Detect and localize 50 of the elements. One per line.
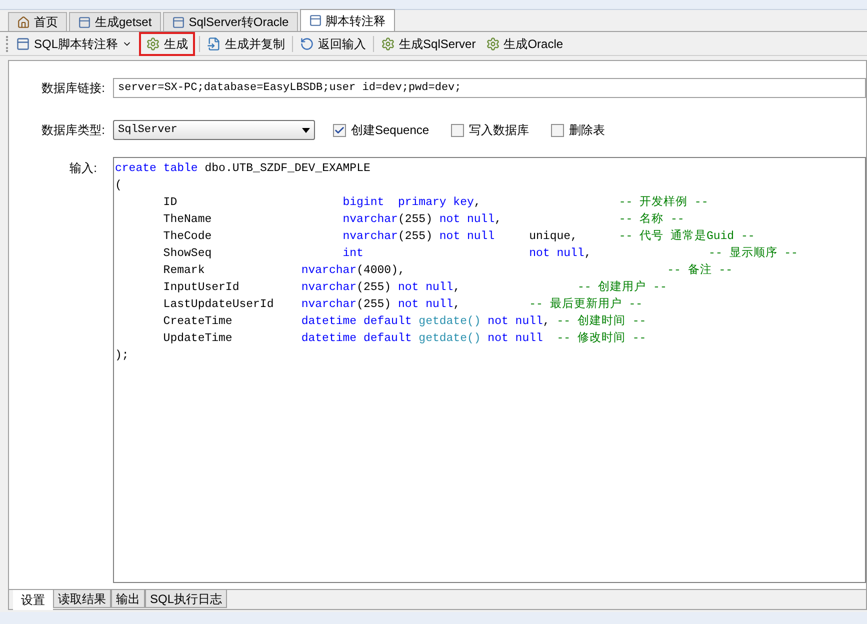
home-icon [17,16,30,28]
caret-icon [302,128,310,132]
checkbox-label: 创建Sequence [351,122,430,139]
tab[interactable]: 首页 [8,12,67,31]
gear-icon [146,36,160,50]
code-line: CreateTime datetime default getdate() not null, -- 创建时间 -- [162,314,646,330]
window-icon [172,16,185,28]
code-line: InputUserId nvarchar(255) not null, -- 创建用户 -- [162,279,667,296]
toolbar-button[interactable]: 生成并复制 [204,32,288,54]
code-line: ); [115,348,129,364]
dropdown[interactable]: SqlServer [113,120,315,140]
code-line: TheName nvarchar(255) not null, -- 名称 -- [162,212,684,228]
code-line: UpdateTime datetime default getdate() not null -- 修改时间 -- [162,330,646,347]
code-line: LastUpdateUserId nvarchar(255) not null, -- 最后更新用户 -- [162,296,643,313]
toolbar-button[interactable]: 生成Oracle [482,32,566,54]
code-line: ShowSeq int not null, -- 显示顺序 -- [162,245,798,262]
code-line: Remark nvarchar(4000), -- 备注 -- [162,262,733,279]
toolbar-button[interactable]: 返回输入 [297,32,370,54]
tab[interactable]: 设置 [13,590,53,610]
checkbox-label: 删除表 [569,122,606,139]
tab[interactable]: 读取结果 [53,590,111,608]
checkbox[interactable] [333,124,346,136]
toolbar-button[interactable]: 生成 [139,32,196,56]
tab[interactable]: SqlServer转Oracle [162,12,298,31]
rotate-icon [300,36,314,50]
code-line: TheCode nvarchar(255) not null unique, -- 代号 通常是Guid -- [162,228,755,245]
code-line: create table dbo.UTB_SZDF_DEV_EXAMPLE [115,161,370,177]
checkbox-label: 写入数据库 [469,122,530,139]
checkbox[interactable] [451,124,464,136]
dropdown-button[interactable]: SQL脚本转注释 [13,32,136,54]
code-editor[interactable] [113,157,866,583]
window-icon [308,14,322,27]
window-icon [16,36,30,50]
code-line: ( [115,178,122,194]
toolbar-grip [6,36,9,52]
code-line: ID bigint primary key, -- 开发样例 -- [162,194,708,211]
field-label: 输入: [68,160,98,177]
tab[interactable]: SQL执行日志 [145,590,228,608]
checkbox[interactable] [551,124,564,136]
toolbar-button[interactable]: 生成SqlServer [378,32,479,54]
field-label: 数据库类型: [40,122,106,139]
tab[interactable]: 生成getset [69,12,161,31]
gear-icon [486,36,500,50]
input-field[interactable]: server=SX-PC;database=EasyLBSDB;user id=dev;pwd=dev; [113,78,866,98]
tab[interactable]: 输出 [111,590,145,608]
document-icon [207,36,222,50]
tab[interactable]: 脚本转注释 [300,9,395,31]
field-label: 数据库链接: [40,80,106,97]
gear-icon [381,36,396,50]
window-icon [78,16,91,28]
